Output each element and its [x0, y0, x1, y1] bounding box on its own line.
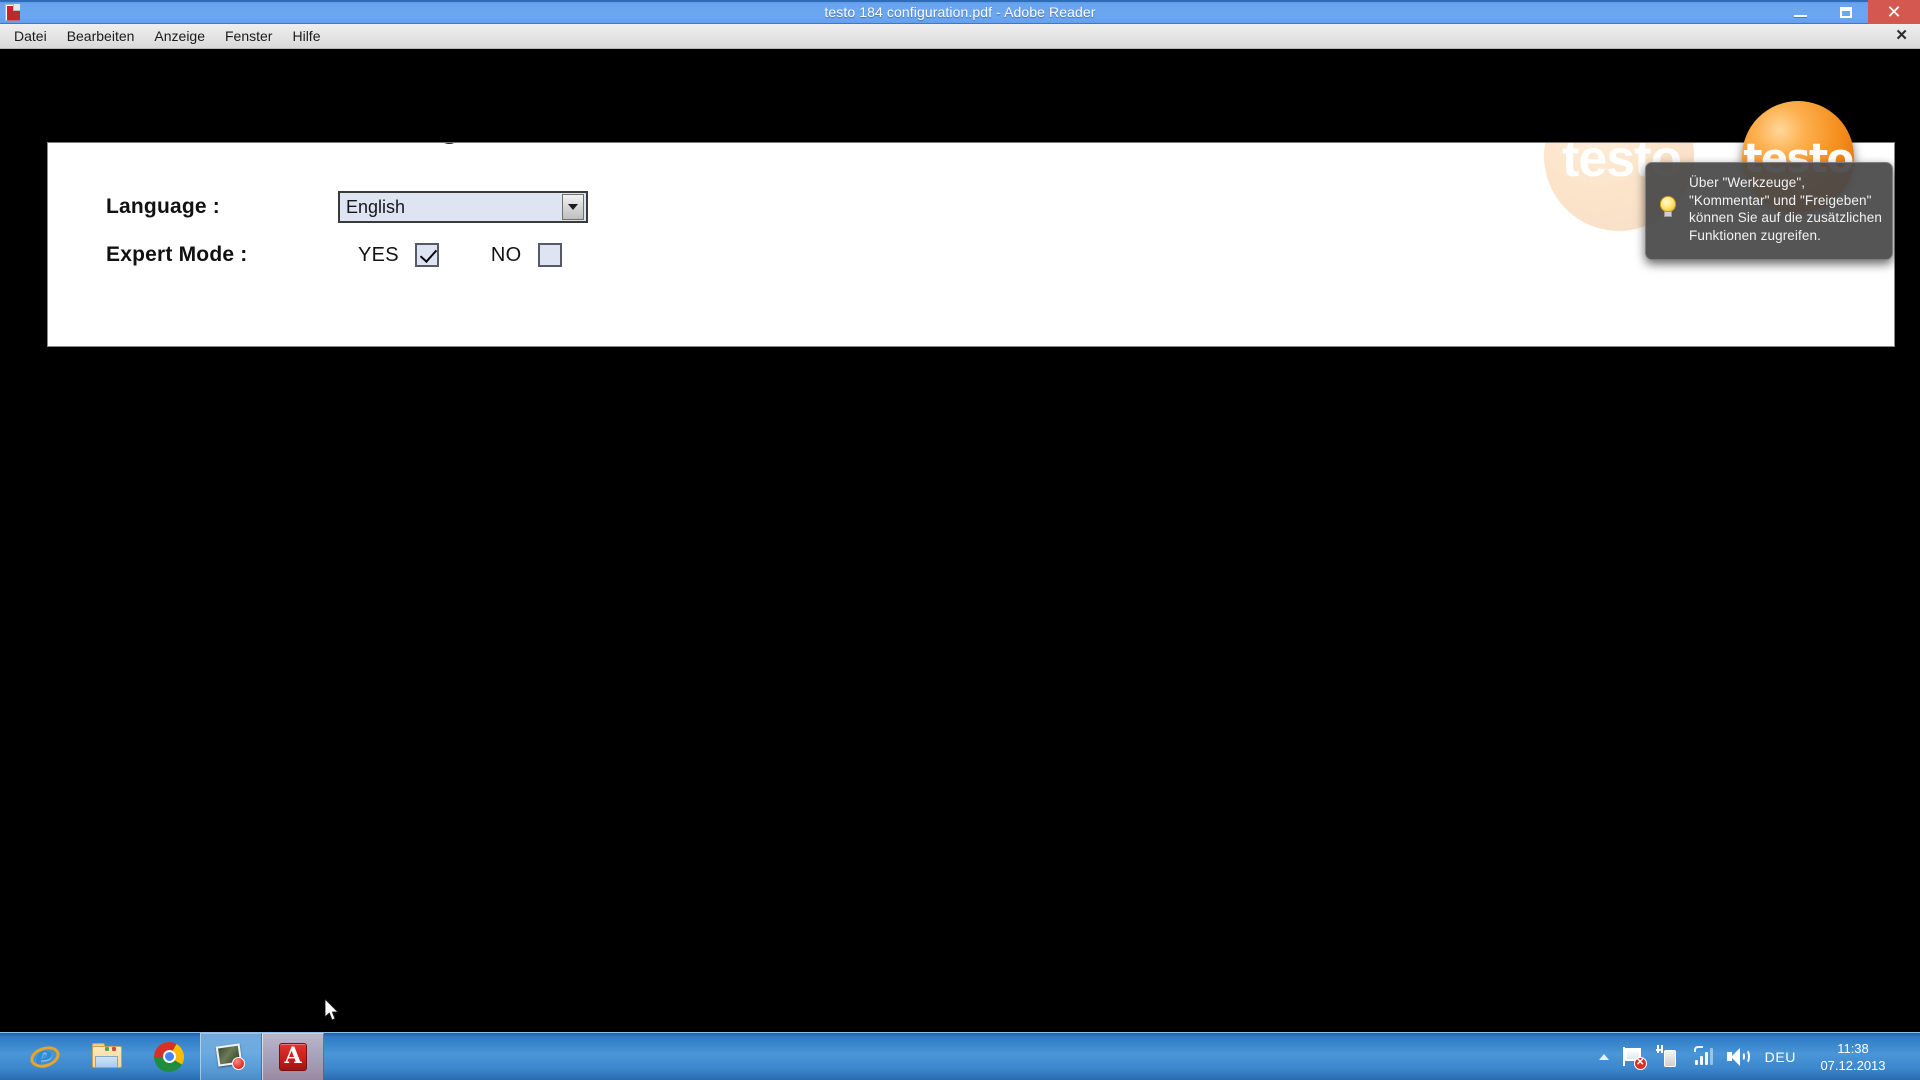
taskbar-buttons: e A: [14, 1033, 324, 1080]
window-title-bar[interactable]: testo 184 configuration.pdf - Adobe Read…: [0, 0, 1920, 24]
tooltip-popup[interactable]: Über "Werkzeuge", "Kommentar" und "Freig…: [1645, 162, 1893, 260]
mouse-cursor: [325, 999, 340, 1021]
form-row-expert-mode: Expert Mode : YES NO: [106, 238, 562, 272]
dropdown-toggle-button[interactable]: [562, 194, 584, 220]
screen-capture-icon: [215, 1041, 247, 1073]
taskbar-left-spacer: [0, 1033, 14, 1080]
menu-item-fenster[interactable]: Fenster: [215, 25, 282, 47]
no-label: NO: [490, 243, 522, 266]
menu-item-datei[interactable]: Datei: [4, 25, 57, 47]
volume-speaker-icon[interactable]: [1721, 1042, 1751, 1072]
language-indicator[interactable]: DEU: [1753, 1049, 1808, 1065]
taskbar-item-internet-explorer[interactable]: e: [14, 1033, 76, 1080]
pdf-document-area[interactable]: testo 184 Konfiguration testo Language :…: [0, 49, 1920, 1032]
adobe-reader-icon: [2, 1, 24, 23]
restore-button[interactable]: [1823, 0, 1868, 24]
expert-mode-yes-group: YES: [358, 243, 439, 267]
clock[interactable]: 11:38 07.12.2013: [1808, 1040, 1904, 1074]
system-tray: ✕ DEU 11:38 07.12.2013: [1591, 1033, 1920, 1080]
taskbar: e A ✕ DEU 11:38 07.12.2013: [0, 1032, 1920, 1080]
taskbar-item-file-explorer[interactable]: [76, 1033, 138, 1080]
tray-overflow-button[interactable]: [1591, 1053, 1617, 1060]
folder-icon: [91, 1041, 123, 1073]
language-dropdown-value: English: [346, 197, 406, 217]
taskbar-item-adobe-reader[interactable]: A: [262, 1033, 324, 1080]
clock-date: 07.12.2013: [1820, 1057, 1886, 1073]
desktop-screen: testo 184 configuration.pdf - Adobe Read…: [0, 0, 1920, 1080]
language-label: Language :: [106, 195, 221, 218]
close-icon: ✕: [1886, 2, 1902, 22]
menu-item-hilfe[interactable]: Hilfe: [282, 25, 330, 47]
window-controls: ✕: [1778, 0, 1920, 24]
safely-remove-hardware-icon[interactable]: [1653, 1042, 1683, 1072]
language-dropdown[interactable]: English: [338, 191, 588, 223]
close-button[interactable]: ✕: [1868, 0, 1920, 24]
expert-mode-label: Expert Mode :: [106, 243, 248, 266]
close-document-icon[interactable]: ✕: [1891, 27, 1912, 45]
expert-mode-no-checkbox[interactable]: [537, 243, 562, 267]
restore-icon: [1839, 6, 1852, 18]
chevron-down-icon: [568, 204, 578, 210]
menu-item-anzeige[interactable]: Anzeige: [144, 25, 215, 47]
document-heading: testo 184 Konfiguration: [48, 143, 1894, 147]
expert-mode-no-group: NO: [491, 243, 562, 267]
pdf-page: testo 184 Konfiguration testo Language :…: [47, 142, 1895, 347]
page-title: testo 184 configuration.pdf - Adobe Read…: [824, 3, 1096, 20]
clock-time: 11:38: [1837, 1040, 1869, 1056]
network-signal-icon[interactable]: [1687, 1042, 1717, 1072]
menu-bar: Datei Bearbeiten Anzeige Fenster Hilfe ✕: [0, 24, 1920, 49]
taskbar-item-google-chrome[interactable]: [138, 1033, 200, 1080]
chrome-icon: [153, 1041, 185, 1073]
minimize-icon: [1794, 14, 1807, 17]
adobe-reader-icon: A: [277, 1041, 309, 1073]
menu-item-bearbeiten[interactable]: Bearbeiten: [57, 25, 145, 47]
internet-explorer-icon: e: [27, 1041, 63, 1073]
lightbulb-icon: [1656, 196, 1682, 248]
yes-label: YES: [358, 243, 399, 266]
form-row-language: Language : English: [106, 190, 588, 224]
tooltip-text: Über "Werkzeuge", "Kommentar" und "Freig…: [1689, 175, 1882, 243]
minimize-button[interactable]: [1778, 0, 1823, 24]
taskbar-item-screen-capture[interactable]: [200, 1033, 262, 1080]
chevron-up-icon: [1598, 1053, 1609, 1060]
expert-mode-yes-checkbox[interactable]: [414, 243, 439, 267]
action-center-icon[interactable]: ✕: [1619, 1042, 1649, 1072]
